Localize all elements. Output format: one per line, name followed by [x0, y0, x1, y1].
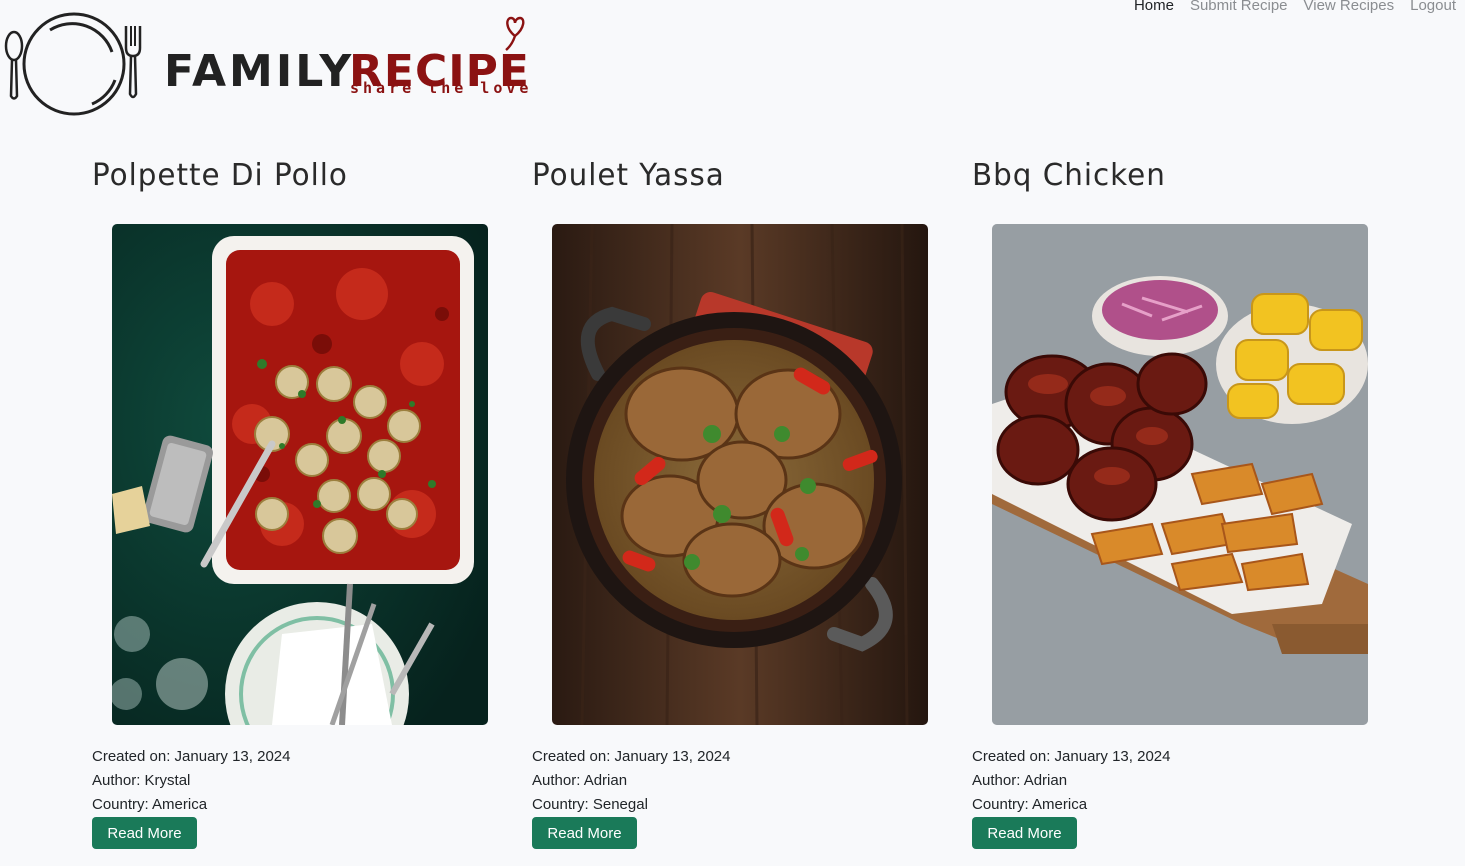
recipe-author: Author: Krystal	[92, 772, 191, 789]
recipe-title: Poulet Yassa	[532, 158, 725, 193]
recipe-author: Author: Adrian	[532, 772, 628, 789]
heart-icon	[505, 16, 525, 51]
recipe-country: Country: America	[972, 796, 1088, 813]
recipe-created-date: Created on: January 13, 2024	[92, 748, 291, 765]
nav-logout-link[interactable]: Logout	[1410, 0, 1456, 16]
read-more-button[interactable]: Read More	[532, 817, 637, 849]
recipe-title: Polpette Di Pollo	[92, 158, 348, 193]
plate-cutlery-icon	[4, 12, 142, 116]
recipe-image-bbq-chicken[interactable]	[992, 224, 1368, 725]
recipe-image-yassa[interactable]	[552, 224, 928, 725]
site-logo[interactable]: FAMILY RECIPE share the love	[0, 8, 540, 120]
recipe-country: Country: America	[92, 796, 208, 813]
recipe-country: Country: Senegal	[532, 796, 648, 813]
recipe-image-meatballs[interactable]	[112, 224, 488, 725]
recipe-author: Author: Adrian	[972, 772, 1068, 789]
nav-view-recipes-link[interactable]: View Recipes	[1304, 0, 1395, 16]
read-more-button[interactable]: Read More	[972, 817, 1077, 849]
recipe-created-date: Created on: January 13, 2024	[532, 748, 731, 765]
top-nav: Home Submit Recipe View Recipes Logout	[1134, 0, 1456, 16]
recipe-created-date: Created on: January 13, 2024	[972, 748, 1171, 765]
nav-submit-recipe-link[interactable]: Submit Recipe	[1190, 0, 1288, 16]
page: Home Submit Recipe View Recipes Logout F…	[0, 0, 1465, 866]
recipe-title: Bbq Chicken	[972, 158, 1166, 193]
logo-tagline: share the love	[350, 79, 533, 97]
logo-word-family: FAMILY	[164, 46, 355, 97]
read-more-button[interactable]: Read More	[92, 817, 197, 849]
nav-home-link[interactable]: Home	[1134, 0, 1174, 16]
